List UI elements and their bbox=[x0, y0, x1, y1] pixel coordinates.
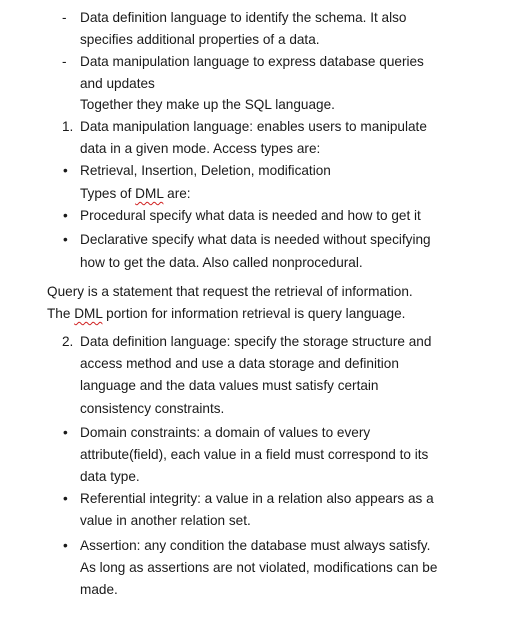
bullet-icon: • bbox=[63, 208, 68, 223]
list-number: 2. bbox=[62, 334, 74, 349]
text-line: Query is a statement that request the re… bbox=[47, 284, 413, 299]
text-line: Data definition language to identify the… bbox=[80, 10, 407, 25]
text-line: specifies additional properties of a dat… bbox=[80, 32, 320, 47]
bullet-icon: • bbox=[63, 538, 68, 553]
text-line: Assertion: any condition the database mu… bbox=[80, 538, 431, 553]
text-line: Data manipulation language: enables user… bbox=[80, 119, 427, 134]
list-number: 1. bbox=[62, 119, 74, 134]
text-line: Retrieval, Insertion, Deletion, modifica… bbox=[80, 163, 331, 178]
bullet-icon: • bbox=[63, 232, 68, 247]
spellcheck-underline[interactable]: DML bbox=[74, 306, 102, 321]
text-line: As long as assertions are not violated, … bbox=[80, 560, 438, 575]
spellcheck-underline[interactable]: DML bbox=[135, 186, 163, 201]
text-line: Declarative specify what data is needed … bbox=[80, 232, 431, 247]
text-line: data type. bbox=[80, 469, 140, 484]
text-line: attribute(field), each value in a field … bbox=[80, 447, 429, 462]
dash-marker: - bbox=[62, 10, 67, 25]
dash-marker: - bbox=[62, 54, 67, 69]
text-line: Domain constraints: a domain of values t… bbox=[80, 425, 371, 440]
text-line: Procedural specify what data is needed a… bbox=[80, 208, 421, 223]
text-line: language and the data values must satisf… bbox=[80, 378, 379, 393]
text-line: Data manipulation language to express da… bbox=[80, 54, 424, 69]
text-line: made. bbox=[80, 582, 118, 597]
text-line: Types of DML are: bbox=[80, 186, 191, 201]
text-line: Data definition language: specify the st… bbox=[80, 334, 432, 349]
text-line: The DML portion for information retrieva… bbox=[47, 306, 406, 321]
text-line: Together they make up the SQL language. bbox=[80, 97, 335, 112]
text-line: value in another relation set. bbox=[80, 513, 251, 528]
text-line: data in a given mode. Access types are: bbox=[80, 141, 321, 156]
text-line: how to get the data. Also called nonproc… bbox=[80, 255, 363, 270]
text-line: Referential integrity: a value in a rela… bbox=[80, 491, 434, 506]
text-line: consistency constraints. bbox=[80, 401, 225, 416]
text-line: access method and use a data storage and… bbox=[80, 356, 399, 371]
bullet-icon: • bbox=[63, 425, 68, 440]
text-line: and updates bbox=[80, 76, 155, 91]
bullet-icon: • bbox=[63, 163, 68, 178]
bullet-icon: • bbox=[63, 491, 68, 506]
